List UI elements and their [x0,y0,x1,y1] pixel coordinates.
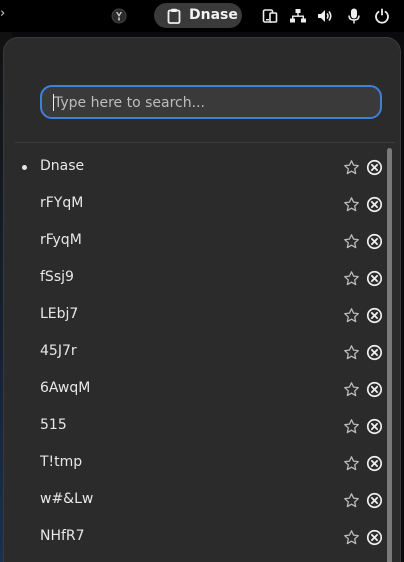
scrollbar[interactable] [387,148,392,562]
history-item[interactable]: 45J7r [4,334,384,371]
history-item[interactable]: 515 [4,408,384,445]
history-item[interactable]: 6AwqM [4,371,384,408]
favorite-star-icon[interactable] [343,418,360,435]
network-wired-icon[interactable] [290,8,306,24]
search-box[interactable] [40,85,382,119]
history-item[interactable]: NHfR7 [4,519,384,556]
clipboard-current-label: Dnase [189,7,238,23]
top-bar: › Dnase [0,0,404,32]
search-input[interactable] [52,87,376,119]
history-item[interactable]: LEbj7 [4,297,384,334]
desktop: › Dnase Type here to search... Dnase rFY… [0,0,404,562]
history-item-label: rFyqM [40,232,82,248]
remove-item-icon[interactable] [366,344,383,361]
history-item-label: NHfR7 [40,528,85,544]
remove-item-icon[interactable] [366,159,383,176]
favorite-star-icon[interactable] [343,270,360,287]
remove-item-icon[interactable] [366,455,383,472]
remove-item-icon[interactable] [366,196,383,213]
divider [15,142,395,143]
favorite-star-icon[interactable] [343,381,360,398]
favorite-star-icon[interactable] [343,159,360,176]
remove-item-icon[interactable] [366,233,383,250]
app-indicator-icon[interactable] [111,8,127,24]
favorite-star-icon[interactable] [343,307,360,324]
history-item-label: 6AwqM [40,380,91,396]
remove-item-icon[interactable] [366,418,383,435]
history-item[interactable]: rFyqM [4,223,384,260]
favorite-star-icon[interactable] [343,344,360,361]
history-item-label: 45J7r [40,343,77,359]
favorite-star-icon[interactable] [343,233,360,250]
favorite-star-icon[interactable] [343,492,360,509]
screen-share-icon[interactable] [262,8,278,24]
favorite-star-icon[interactable] [343,455,360,472]
history-item[interactable]: w#&Lw [4,482,384,519]
history-item[interactable]: T!tmp [4,445,384,482]
history-item[interactable]: fSsj9 [4,260,384,297]
clipboard-indicator-button[interactable]: Dnase [154,3,242,28]
remove-item-icon[interactable] [366,529,383,546]
clipboard-history-popover: Dnase rFYqM rFyqM fSsj9 LEbj7 45J7r 6AwqM 515 T!… [4,38,400,562]
history-item-label: rFYqM [40,195,84,211]
edge-indicator: › [0,6,6,21]
power-icon[interactable] [374,8,390,24]
history-item-label: fSsj9 [40,269,74,285]
remove-item-icon[interactable] [366,270,383,287]
text-caret [53,94,54,111]
favorite-star-icon[interactable] [343,529,360,546]
active-item-dot [22,165,27,170]
remove-item-icon[interactable] [366,492,383,509]
history-item-label: 515 [40,417,67,433]
favorite-star-icon[interactable] [343,196,360,213]
history-item[interactable]: Dnase [4,149,384,186]
history-item-label: Dnase [40,158,85,174]
volume-icon[interactable] [317,8,333,24]
remove-item-icon[interactable] [366,381,383,398]
history-item-label: T!tmp [40,454,83,470]
history-item-label: w#&Lw [40,491,94,507]
history-item-label: LEbj7 [40,306,79,322]
microphone-icon[interactable] [346,8,362,24]
history-item[interactable]: rFYqM [4,186,384,223]
remove-item-icon[interactable] [366,307,383,324]
clipboard-icon [167,8,181,24]
